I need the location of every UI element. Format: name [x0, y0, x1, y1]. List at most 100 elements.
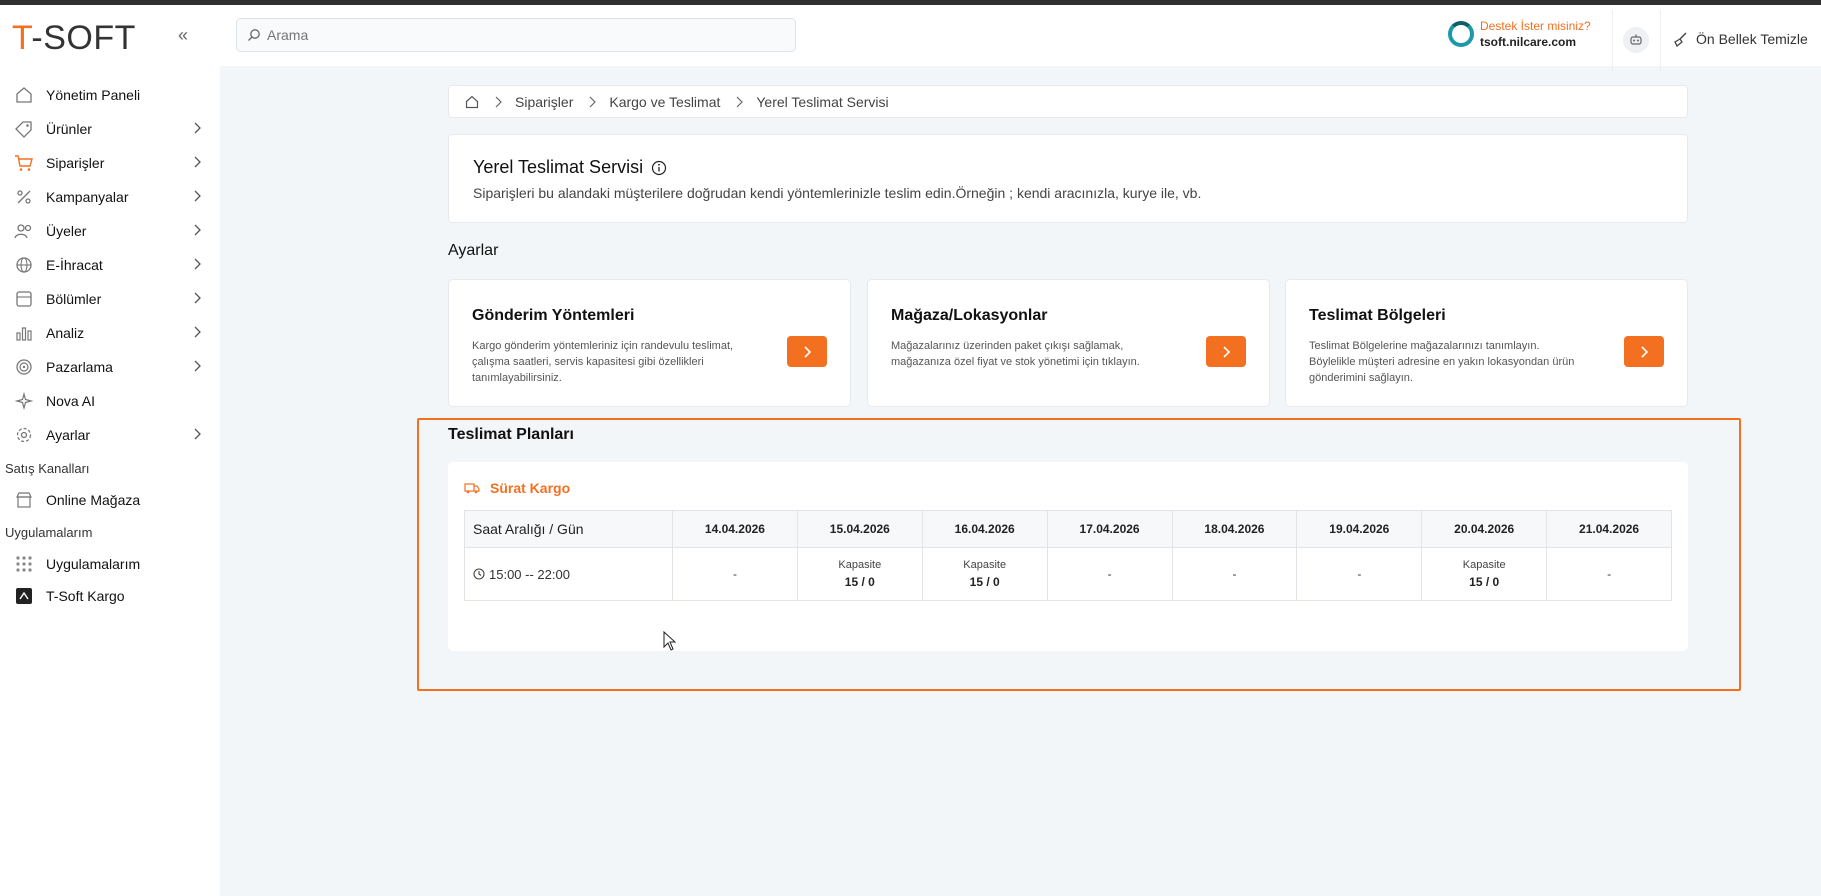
capacity-label: Kapasite — [1462, 559, 1506, 571]
sidebar-item-my-apps[interactable]: Uygulamalarım — [0, 549, 210, 579]
search-input[interactable] — [267, 27, 767, 43]
clock-icon — [473, 567, 485, 580]
shipping-methods-button[interactable] — [787, 336, 827, 367]
gear-icon — [14, 425, 34, 445]
chevron-right-icon — [194, 156, 201, 168]
date-header: 16.04.2026 — [921, 510, 1048, 548]
sidebar-item-tsoft-kargo[interactable]: T-Soft Kargo — [0, 581, 210, 611]
time-slot-cell: 15:00 -- 22:00 — [464, 547, 673, 601]
sidebar-item-sections[interactable]: Bölümler — [0, 284, 210, 314]
plan-cell[interactable]: - — [1046, 547, 1173, 601]
card-title: Mağaza/Lokasyonlar — [891, 307, 1048, 324]
chevron-right-icon — [194, 292, 201, 304]
globe-icon — [14, 255, 34, 275]
search-box[interactable] — [236, 18, 796, 52]
sidebar-item-label: Ürünler — [46, 121, 92, 137]
sidebar-item-label: Yönetim Paneli — [46, 87, 141, 103]
service-info-card: Yerel Teslimat Servisi Siparişleri bu al… — [448, 134, 1688, 223]
plan-cell[interactable]: Kapasite 15 / 0 — [921, 547, 1048, 601]
empty-value: - — [1607, 567, 1612, 581]
sidebar-item-settings[interactable]: Ayarlar — [0, 420, 210, 450]
support-link[interactable]: Destek İster misiniz? tsoft.nilcare.com — [1448, 19, 1591, 49]
breadcrumb-shipping[interactable]: Kargo ve Teslimat — [609, 94, 720, 110]
tsoft-logo[interactable]: T-SOFT — [12, 19, 136, 58]
robot-icon[interactable] — [1623, 27, 1649, 53]
chevron-right-icon — [194, 326, 201, 338]
sidebar-item-products[interactable]: Ürünler — [0, 114, 210, 144]
home-icon — [14, 85, 34, 105]
plan-cell[interactable]: Kapasite 15 / 0 — [1421, 547, 1548, 601]
sidebar-item-label: Kampanyalar — [46, 189, 129, 205]
sidebar-item-label: Siparişler — [46, 155, 105, 171]
plan-cell[interactable]: - — [1296, 547, 1423, 601]
settings-heading: Ayarlar — [448, 242, 499, 259]
card-title: Gönderim Yöntemleri — [472, 307, 635, 324]
info-icon[interactable] — [651, 160, 667, 176]
chevron-right-icon — [194, 224, 201, 236]
date-header: 18.04.2026 — [1171, 510, 1298, 548]
my-apps-heading: Uygulamalarım — [5, 525, 93, 540]
sidebar-item-label: Online Mağaza — [46, 492, 141, 508]
card-description: Kargo gönderim yöntemleriniz için randev… — [472, 340, 734, 384]
table-header-row: Saat Aralığı / Gün 14.04.2026 15.04.2026… — [464, 510, 1672, 548]
delivery-zones-button[interactable] — [1624, 336, 1664, 367]
top-header: T-SOFT « Destek İster misiniz? tsoft.nil… — [0, 5, 1821, 71]
sidebar-item-orders[interactable]: Siparişler — [0, 148, 210, 178]
search-icon — [248, 29, 260, 41]
sidebar-item-export[interactable]: E-İhracat — [0, 250, 210, 280]
plan-cell[interactable]: - — [672, 547, 798, 601]
delivery-plan-table: Saat Aralığı / Gün 14.04.2026 15.04.2026… — [464, 510, 1672, 601]
chevron-right-icon — [194, 428, 201, 440]
clear-cache-button[interactable]: Ön Bellek Temizle — [1672, 31, 1808, 47]
sidebar-item-label: Uygulamalarım — [46, 556, 141, 572]
page-title-text: Yerel Teslimat Servisi — [473, 157, 644, 177]
sidebar-item-label: Ayarlar — [46, 427, 91, 443]
plan-cell[interactable]: - — [1171, 547, 1298, 601]
collapse-sidebar-icon[interactable]: « — [178, 25, 188, 46]
sidebar-item-dashboard[interactable]: Yönetim Paneli — [0, 80, 210, 110]
breadcrumb-current: Yerel Teslimat Servisi — [756, 93, 889, 110]
broom-icon — [1674, 32, 1687, 47]
sidebar-item-analytics[interactable]: Analiz — [0, 318, 210, 348]
delivery-plans-heading: Teslimat Planları — [448, 426, 574, 443]
sidebar-item-label: E-İhracat — [46, 257, 103, 273]
page-description: Siparişleri bu alandaki müşterilere doğr… — [473, 185, 1202, 201]
store-icon — [14, 490, 34, 510]
time-slot-text: 15:00 -- 22:00 — [489, 566, 570, 582]
stores-locations-button[interactable] — [1206, 336, 1246, 367]
page-title: Yerel Teslimat Servisi — [473, 157, 667, 178]
shipping-methods-card: Gönderim Yöntemleri Kargo gönderim yönte… — [448, 279, 851, 407]
sections-icon — [14, 289, 34, 309]
plan-cell[interactable]: Kapasite 15 / 0 — [796, 547, 923, 601]
sparkle-icon — [14, 391, 34, 411]
sidebar-item-members[interactable]: Üyeler — [0, 216, 210, 246]
table-row: 15:00 -- 22:00 - Kapasite 15 / 0 Kapasite… — [464, 547, 1672, 601]
tsoft-kargo-icon — [14, 586, 34, 606]
date-header: 19.04.2026 — [1296, 510, 1423, 548]
sidebar-item-marketing[interactable]: Pazarlama — [0, 352, 210, 382]
home-icon[interactable] — [465, 95, 479, 109]
chevron-right-icon — [589, 96, 597, 107]
capacity-value: 15 / 0 — [844, 575, 875, 589]
date-header: 14.04.2026 — [672, 510, 798, 548]
breadcrumb-orders[interactable]: Siparişler — [515, 94, 573, 110]
tag-icon — [14, 119, 34, 139]
support-question: Destek İster misiniz? — [1480, 19, 1591, 33]
support-url: tsoft.nilcare.com — [1480, 35, 1577, 49]
users-icon — [14, 221, 34, 241]
delivery-plans-card: Sürat Kargo Saat Aralığı / Gün 14.04.202… — [448, 462, 1688, 651]
carrier-name: Sürat Kargo — [490, 480, 571, 496]
header-divider — [1612, 10, 1613, 71]
sidebar-item-online-store[interactable]: Online Mağaza — [0, 485, 210, 515]
card-description: Mağazalarınız üzerinden paket çıkışı sağ… — [891, 340, 1140, 368]
chevron-right-icon — [736, 96, 744, 107]
date-header: 21.04.2026 — [1546, 510, 1672, 548]
clear-cache-label: Ön Bellek Temizle — [1696, 31, 1808, 47]
sidebar: Yönetim Paneli Ürünler Siparişler Kampan… — [0, 66, 220, 896]
breadcrumb: Siparişler Kargo ve Teslimat Yerel Tesli… — [448, 85, 1688, 118]
plan-cell[interactable]: - — [1546, 547, 1672, 601]
sidebar-item-campaigns[interactable]: Kampanyalar — [0, 182, 210, 212]
support-icon — [1448, 21, 1474, 47]
sidebar-item-nova-ai[interactable]: Nova AI — [0, 386, 210, 416]
carrier-header: Sürat Kargo — [464, 480, 570, 496]
